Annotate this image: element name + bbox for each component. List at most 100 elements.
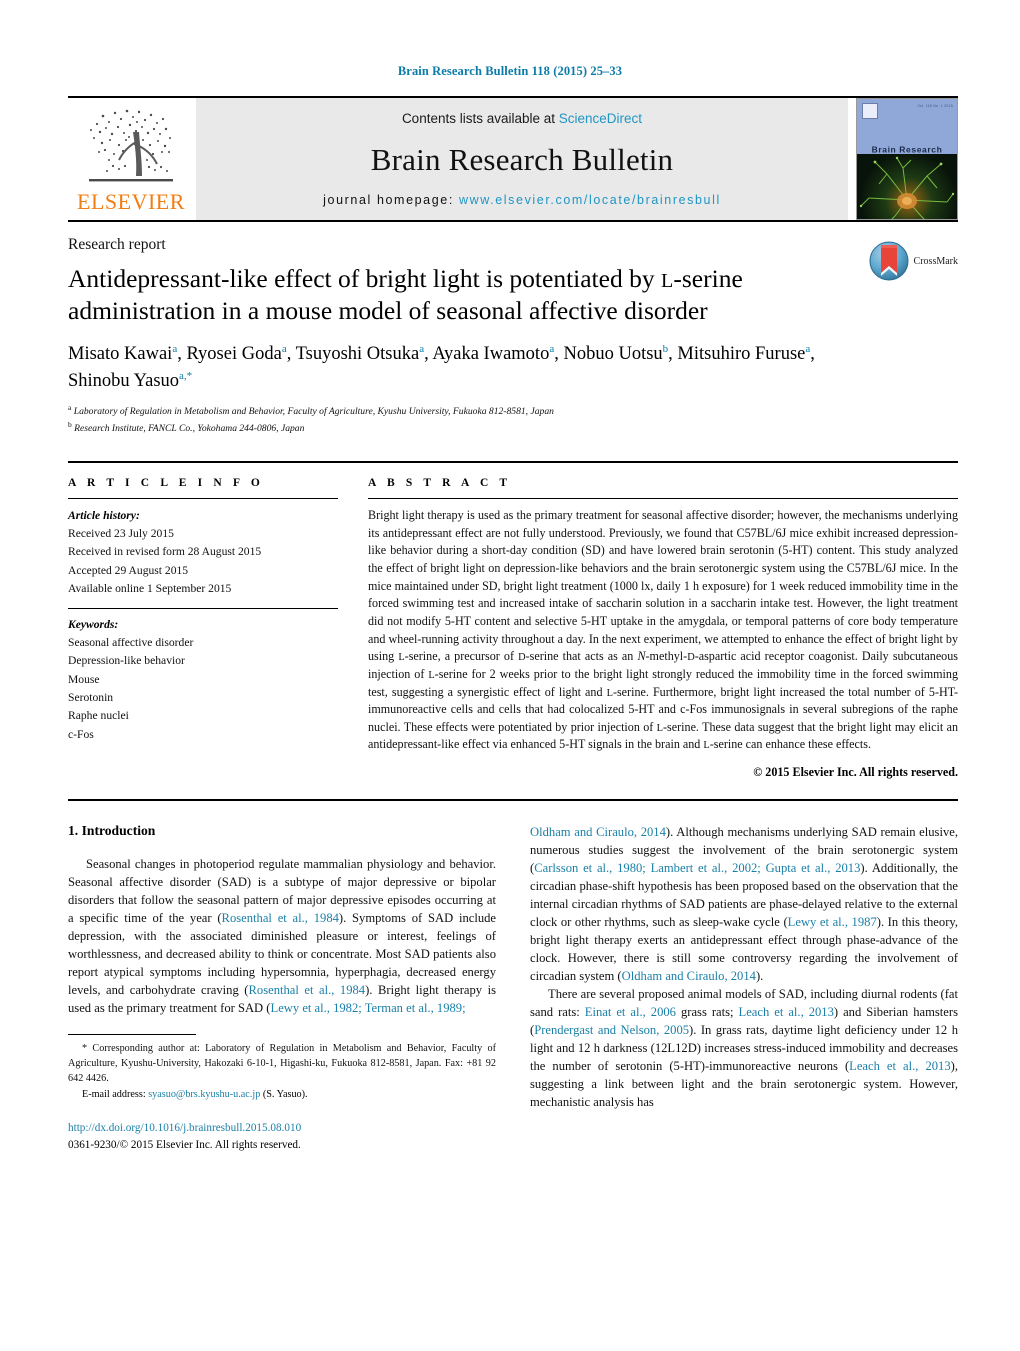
doi-block: http://dx.doi.org/10.1016/j.brainresbull… bbox=[68, 1120, 496, 1153]
citation-link[interactable]: Lewy et al., 1982; Terman et al., 1989; bbox=[271, 1001, 466, 1015]
citation-link[interactable]: Rosenthal et al., 1984 bbox=[222, 911, 339, 925]
author-list: Misato Kawaia, Ryosei Godaa, Tsuyoshi Ot… bbox=[68, 341, 828, 394]
abstract-copyright: © 2015 Elsevier Inc. All rights reserved… bbox=[753, 765, 958, 780]
abstract-text: Bright light therapy is used as the prim… bbox=[368, 507, 959, 752]
author-name: Misato Kawai bbox=[68, 344, 173, 365]
title-smallcap-L: L bbox=[660, 270, 674, 292]
running-head: Brain Research Bulletin 118 (2015) 25–33 bbox=[397, 64, 623, 78]
citation-link[interactable]: Lewy et al., 1987 bbox=[788, 915, 877, 929]
crossmark-label: CrossMark bbox=[913, 255, 958, 267]
affiliation-item: b Research Institute, FANCL Co., Yokoham… bbox=[68, 419, 958, 437]
affiliation-marker: a bbox=[68, 402, 72, 412]
email-line: E-mail address: syasuo@brs.kyushu-u.ac.j… bbox=[68, 1088, 496, 1103]
article-info-rule bbox=[68, 497, 338, 499]
affiliation-marker: b bbox=[68, 420, 72, 430]
email-address-link[interactable]: syasuo@brs.kyushu-u.ac.jp bbox=[148, 1089, 260, 1100]
corresponding-marker: * bbox=[82, 1043, 88, 1055]
doi-link[interactable]: http://dx.doi.org/10.1016/j.brainresbull… bbox=[68, 1120, 496, 1137]
info-abstract-section: A R T I C L E I N F O Article history: R… bbox=[68, 460, 958, 780]
citation-link[interactable]: Oldham and Ciraulo, 2014 bbox=[622, 969, 756, 983]
journal-title: Brain Research Bulletin bbox=[370, 141, 674, 177]
article-history-item: Available online 1 September 2015 bbox=[68, 581, 232, 595]
body-column-right: Oldham and Ciraulo, 2014). Although mech… bbox=[530, 823, 958, 1153]
article-history-item: Received 23 July 2015 bbox=[68, 526, 174, 540]
keyword-item: Seasonal affective disorder bbox=[68, 636, 194, 650]
body-columns: 1. Introduction Seasonal changes in phot… bbox=[68, 823, 958, 1153]
section-heading-introduction: 1. Introduction bbox=[68, 823, 156, 839]
homepage-prefix: journal homepage: bbox=[323, 193, 459, 207]
article-info-column: A R T I C L E I N F O Article history: R… bbox=[68, 477, 338, 780]
journal-homepage-line: journal homepage: www.elsevier.com/locat… bbox=[323, 193, 721, 207]
article-history-title: Article history: bbox=[68, 508, 140, 522]
author-item: Nobuo Uotsub, bbox=[563, 343, 677, 365]
corresponding-text: Corresponding author at: Laboratory of R… bbox=[68, 1043, 496, 1084]
citation-link[interactable]: Carlsson et al., 1980; Lambert et al., 2… bbox=[534, 861, 860, 875]
author-name: Nobuo Uotsu bbox=[563, 344, 663, 365]
keyword-item: Mouse bbox=[68, 672, 100, 686]
article-info-heading: A R T I C L E I N F O bbox=[68, 476, 264, 489]
article-header: CrossMark Research report Antidepressant… bbox=[68, 222, 958, 437]
abstract-rule bbox=[368, 497, 958, 499]
journal-masthead: ELSEVIER Contents lists available at Sci… bbox=[68, 96, 958, 220]
affiliation-text: Research Institute, FANCL Co., Yokohama … bbox=[74, 423, 305, 435]
journal-band: Contents lists available at ScienceDirec… bbox=[196, 98, 848, 220]
keywords-rule bbox=[68, 608, 338, 610]
keyword-item: c-Fos bbox=[68, 727, 94, 741]
article-history-item: Received in revised form 28 August 2015 bbox=[68, 545, 262, 559]
abstract-column: A B S T R A C T Bright light therapy is … bbox=[368, 477, 958, 780]
author-item: Mitsuhiro Furusea, bbox=[677, 343, 814, 365]
sciencedirect-link[interactable]: ScienceDirect bbox=[559, 111, 642, 126]
author-item: Ayaka Iwamotoa, bbox=[432, 343, 563, 365]
body-column-left: 1. Introduction Seasonal changes in phot… bbox=[68, 823, 496, 1153]
elsevier-wordmark: ELSEVIER bbox=[77, 189, 185, 214]
article-page: Brain Research Bulletin 118 (2015) 25–33 bbox=[0, 0, 1020, 1351]
neuron-icon bbox=[859, 156, 955, 219]
author-name: Ayaka Iwamoto bbox=[432, 344, 550, 365]
email-suffix: (S. Yasuo). bbox=[262, 1089, 308, 1101]
citation-link[interactable]: Rosenthal et al., 1984 bbox=[249, 983, 366, 997]
cover-elsevier-icon bbox=[862, 103, 878, 119]
citation-link[interactable]: Leach et al., 2013 bbox=[739, 1005, 834, 1019]
email-label: E-mail address: bbox=[82, 1089, 146, 1101]
article-history-item: Accepted 29 August 2015 bbox=[68, 563, 189, 577]
author-name: Shinobu Yasuo bbox=[68, 370, 180, 391]
paragraph: Oldham and Ciraulo, 2014). Although mech… bbox=[530, 825, 959, 984]
article-type-label: Research report bbox=[68, 236, 166, 253]
author-item: Shinobu Yasuoa,* bbox=[68, 369, 193, 391]
cover-neuron-image bbox=[857, 154, 957, 219]
elsevier-logo: ELSEVIER bbox=[68, 98, 194, 220]
keywords-block: Keywords: Seasonal affective disorder De… bbox=[68, 608, 338, 744]
author-name: Mitsuhiro Furuse bbox=[677, 344, 806, 365]
citation-link[interactable]: Oldham and Ciraulo, 2014 bbox=[530, 825, 666, 839]
citation-link[interactable]: Leach et al., 2013 bbox=[849, 1059, 951, 1073]
cover-issue-text: Vol. 118 No. 1 2015 bbox=[917, 104, 953, 108]
keyword-item: Depression-like behavior bbox=[68, 654, 185, 668]
author-item: Ryosei Godaa, bbox=[186, 343, 296, 365]
crossmark-badge[interactable]: CrossMark bbox=[868, 240, 958, 282]
paragraph: There are several proposed animal models… bbox=[530, 987, 958, 1110]
footnote-block: * Corresponding author at: Laboratory of… bbox=[68, 1034, 496, 1153]
citation-link[interactable]: Prendergast and Nelson, 2005 bbox=[534, 1023, 689, 1037]
keyword-item: Serotonin bbox=[68, 691, 114, 705]
journal-homepage-link[interactable]: www.elsevier.com/locate/brainresbull bbox=[459, 193, 721, 207]
citation-link[interactable]: Einat et al., 2006 bbox=[585, 1005, 676, 1019]
keyword-item: Raphe nuclei bbox=[68, 709, 129, 723]
abstract-bottom-rule bbox=[68, 799, 958, 802]
author-affil-marker: a,* bbox=[179, 369, 193, 382]
author-separator: , bbox=[286, 344, 296, 365]
corresponding-author-note: * Corresponding author at: Laboratory of… bbox=[68, 1042, 496, 1086]
issn-copyright-line: 0361-9230/© 2015 Elsevier Inc. All right… bbox=[68, 1138, 301, 1151]
affiliation-item: a Laboratory of Regulation in Metabolism… bbox=[68, 402, 958, 420]
title-part-1: Antidepressant-like effect of bright lig… bbox=[68, 264, 661, 293]
affiliation-text: Laboratory of Regulation in Metabolism a… bbox=[73, 405, 554, 417]
author-item: Misato Kawaia, bbox=[68, 343, 186, 365]
elsevier-tree-icon bbox=[89, 109, 173, 182]
author-name: Ryosei Goda bbox=[186, 344, 282, 365]
affiliation-list: a Laboratory of Regulation in Metabolism… bbox=[68, 402, 958, 437]
contents-line: Contents lists available at ScienceDirec… bbox=[402, 111, 642, 126]
abstract-heading: A B S T R A C T bbox=[368, 476, 512, 489]
author-name: Tsuyoshi Otsuka bbox=[295, 344, 420, 365]
contents-prefix: Contents lists available at bbox=[401, 111, 559, 126]
keywords-title: Keywords: bbox=[68, 618, 119, 632]
page-title: Antidepressant-like effect of bright lig… bbox=[68, 263, 808, 327]
